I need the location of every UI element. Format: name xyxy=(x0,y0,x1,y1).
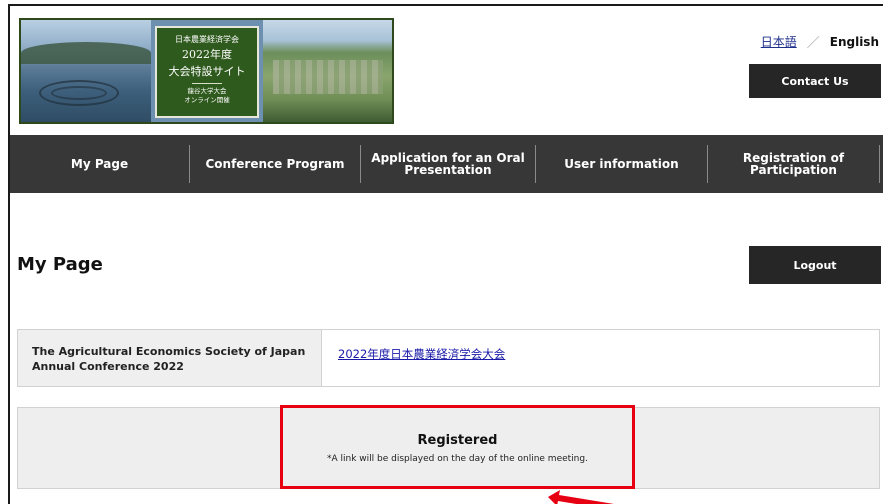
landscape-photo xyxy=(263,20,392,122)
red-arrow-icon xyxy=(548,490,614,504)
page-frame: 日本農業経済学会 2022年度 大会特設サイト 龍谷大学大会 オンライン開催 日… xyxy=(8,4,883,504)
banner-site-name: 大会特設サイト xyxy=(168,65,246,78)
page-title: My Page xyxy=(17,254,103,275)
nav-user-information[interactable]: User information xyxy=(536,145,708,183)
nav-my-page[interactable]: My Page xyxy=(10,145,190,183)
conference-link-cell: 2022年度日本農業経済学会大会 xyxy=(322,330,879,386)
contact-us-button[interactable]: Contact Us xyxy=(749,64,881,98)
conference-link[interactable]: 2022年度日本農業経済学会大会 xyxy=(338,347,505,361)
banner-year: 2022年度 xyxy=(182,48,232,61)
nav-registration[interactable]: Registration of Participation xyxy=(708,145,880,183)
banner-logo: 日本農業経済学会 2022年度 大会特設サイト 龍谷大学大会 オンライン開催 xyxy=(155,26,259,118)
nav-conference-program[interactable]: Conference Program xyxy=(190,145,361,183)
banner-online: オンライン開催 xyxy=(184,96,230,104)
banner-host: 龍谷大学大会 xyxy=(187,87,227,95)
conference-info-row: The Agricultural Economics Society of Ja… xyxy=(17,329,880,387)
main-nav: My Page Conference Program Application f… xyxy=(10,135,883,193)
language-japanese-link[interactable]: 日本語 xyxy=(761,33,797,50)
language-english-current[interactable]: English xyxy=(830,35,879,49)
language-separator: ／ xyxy=(806,36,820,51)
online-link-note: *A link will be displayed on the day of … xyxy=(327,454,588,464)
language-switcher: 日本語 ／ English xyxy=(761,32,879,52)
site-banner[interactable]: 日本農業経済学会 2022年度 大会特設サイト 龍谷大学大会 オンライン開催 xyxy=(19,18,394,124)
registration-status: Registered xyxy=(417,433,498,448)
conference-name-label: The Agricultural Economics Society of Ja… xyxy=(18,330,322,386)
banner-society: 日本農業経済学会 xyxy=(175,35,239,44)
nav-oral-presentation[interactable]: Application for an Oral Presentation xyxy=(361,145,536,183)
lake-photo xyxy=(21,20,151,122)
logout-button[interactable]: Logout xyxy=(749,246,881,284)
